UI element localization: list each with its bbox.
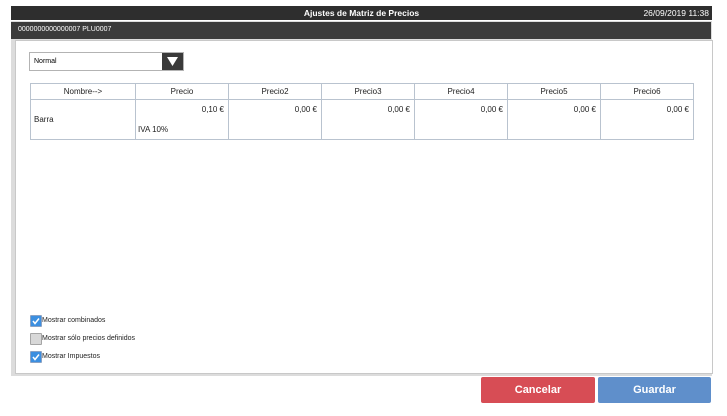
column-header-precio2: Precio2: [228, 83, 322, 100]
table-header-row: Nombre--> Precio Precio2 Precio3 Precio4…: [30, 83, 694, 100]
column-header-precio: Precio: [135, 83, 229, 100]
price-cell[interactable]: 0,00 €: [600, 99, 694, 140]
cancel-button[interactable]: Cancelar: [481, 377, 595, 403]
checkbox-label: Mostrar combinados: [42, 317, 106, 324]
price-cell[interactable]: 0,10 € IVA 10%: [135, 99, 229, 140]
price-value: 0,00 €: [480, 105, 503, 114]
price-value: 0,00 €: [573, 105, 596, 114]
price-value: 0,00 €: [387, 105, 410, 114]
title-bar: Ajustes de Matriz de Precios 26/09/2019 …: [11, 6, 712, 20]
checkbox-checked-icon[interactable]: [30, 315, 42, 327]
column-header-precio6: Precio6: [600, 83, 694, 100]
column-header-name: Nombre-->: [30, 83, 136, 100]
price-value: 0,00 €: [294, 105, 317, 114]
price-value: 0,00 €: [666, 105, 689, 114]
checkbox-unchecked-icon[interactable]: [30, 333, 42, 345]
column-header-precio4: Precio4: [414, 83, 508, 100]
window-title: Ajustes de Matriz de Precios: [303, 8, 420, 18]
item-code: 0000000000000007 PLU0007: [18, 26, 112, 33]
row-name-cell[interactable]: Barra: [30, 99, 136, 140]
price-level-value: Normal: [34, 58, 57, 65]
price-cell[interactable]: 0,00 €: [414, 99, 508, 140]
checkbox-label: Mostrar Impuestos: [42, 353, 100, 360]
price-cell[interactable]: 0,00 €: [228, 99, 322, 140]
price-cell[interactable]: 0,00 €: [321, 99, 415, 140]
table-row: Barra 0,10 € IVA 10% 0,00 € 0,00 € 0,00 …: [30, 99, 694, 140]
column-header-precio5: Precio5: [507, 83, 601, 100]
price-level-select[interactable]: Normal: [29, 52, 184, 71]
item-header: 0000000000000007 PLU0007: [11, 22, 711, 39]
dropdown-button[interactable]: [162, 53, 183, 70]
row-name: Barra: [34, 115, 54, 124]
datetime-display: 26/09/2019 11:38: [643, 8, 709, 18]
triangle-down-icon: [167, 57, 178, 66]
checkbox-label: Mostrar sólo precios definidos: [42, 335, 135, 342]
price-value: 0,10 €: [201, 105, 224, 114]
price-cell[interactable]: 0,00 €: [507, 99, 601, 140]
save-button[interactable]: Guardar: [598, 377, 711, 403]
checkbox-checked-icon[interactable]: [30, 351, 42, 363]
price-matrix-table: Nombre--> Precio Precio2 Precio3 Precio4…: [30, 83, 694, 140]
column-header-precio3: Precio3: [321, 83, 415, 100]
tax-label: IVA 10%: [138, 125, 169, 134]
